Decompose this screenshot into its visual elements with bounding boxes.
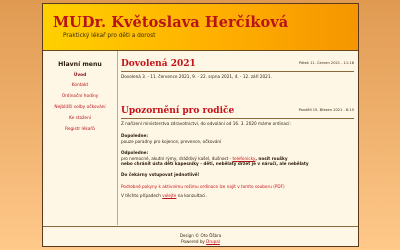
footer-design: Design © Oto Öšbra [179, 233, 222, 238]
info-text-part: na konzultaci. [177, 193, 207, 198]
info-text: V těchto případech volejte na konzultaci… [121, 193, 353, 199]
morning-text: pouze poradny pro kojence, prevence, očk… [121, 138, 222, 144]
title-rule [121, 118, 354, 119]
title-rule [121, 71, 354, 72]
powered-prefix: Powered by [181, 239, 205, 244]
article-intro: Z nařízení ministerstva zdravotnictví, d… [121, 121, 291, 126]
main-content: Dovolená 2021 Pátek 11. Červen 2021 - 11… [118, 51, 358, 225]
call-link[interactable]: volejte [162, 193, 176, 198]
phone-link[interactable]: telefonicky [232, 156, 255, 161]
article-date: Pondělí 15. Březen 2021 - 8:15 [298, 108, 354, 112]
afternoon-text-part: , nosit roušky [255, 155, 288, 161]
closing-notice: Do čekárny vstupovat jednotlivě! [121, 172, 200, 177]
menu-heading: Hlavní menu [58, 61, 102, 68]
sidebar-item-registr-lekaru[interactable]: Registr lékařů [43, 127, 117, 132]
sidebar-item-kontakt[interactable]: Kontakt [43, 83, 117, 88]
info-text-part: V těchto případech [121, 193, 161, 198]
pdf-link[interactable]: Podrobné pokyny k aktivnímu režimu ordin… [121, 184, 353, 190]
article-body: Dovolená 3. - 11. července 2021, 9. - 22… [121, 74, 272, 79]
drupal-link[interactable]: Drupal [206, 239, 220, 244]
article-title-dovolena[interactable]: Dovolená 2021 [121, 59, 196, 69]
afternoon-text-part: nebo chránit ústa dětí kapesníky - děti, [121, 161, 215, 166]
sidebar-item-ordinacni-hodiny[interactable]: Ordinační hodiny [43, 94, 117, 99]
page-container: MUDr. Květoslava Herčíková Praktický lék… [42, 3, 359, 247]
sidebar-menu: Hlavní menu Úvod Kontakt Ordinační hodin… [43, 51, 118, 225]
footer-powered: Powered by Drupal [43, 239, 358, 244]
article-title-upozorneni[interactable]: Upozornění pro rodiče [121, 106, 234, 116]
site-footer: Design © Oto Öšbra Powered by Drupal [43, 226, 358, 247]
site-header: MUDr. Květoslava Herčíková Praktický lék… [43, 4, 358, 51]
sidebar-item-ke-stazeni[interactable]: Ke stažení [43, 116, 117, 121]
afternoon-text-line2: nebo chránit ústa dětí kapesníky - děti,… [121, 161, 353, 167]
sidebar-item-uvod[interactable]: Úvod [43, 73, 117, 78]
afternoon-text-part: nebělaty držet je v náručí, ale nebělaty [215, 161, 309, 166]
site-title[interactable]: MUDr. Květoslava Herčíková [53, 14, 288, 31]
afternoon-text-part: pro nemocné, akutní rýmy, dráždivý kašel… [121, 155, 232, 161]
site-subtitle: Praktický lékař pro děti a dorost [63, 33, 156, 39]
sidebar-item-ockovani[interactable]: Nejbližší volby očkování [43, 105, 117, 110]
article-date: Pátek 11. Červen 2021 - 11:18 [299, 61, 354, 65]
